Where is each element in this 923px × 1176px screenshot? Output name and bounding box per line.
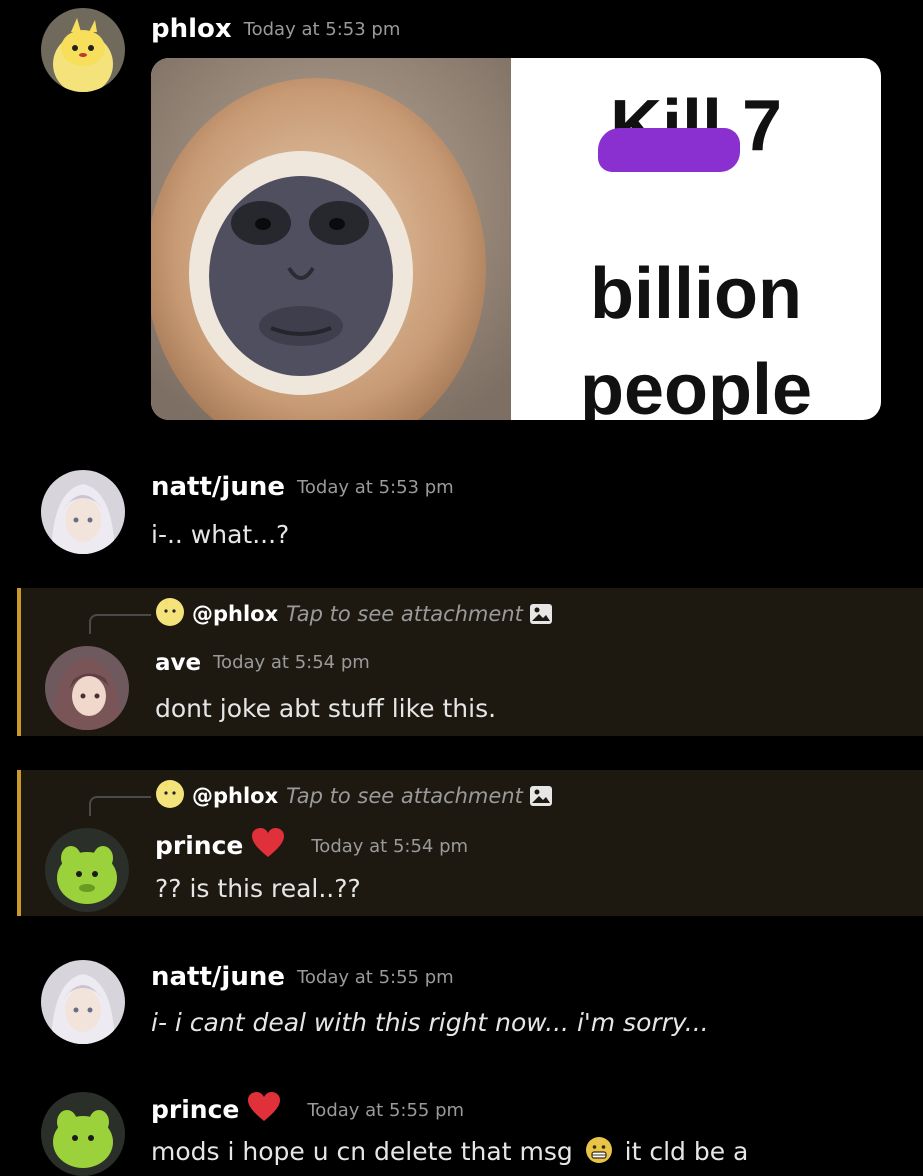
reply-reference[interactable]: @phlox Tap to see attachment [156,780,553,813]
author-name[interactable]: prince [151,1095,239,1124]
message-text-part-2: it cld be a [624,1137,749,1166]
message-natt-june-2: natt/june Today at 5:55 pm i- i cant deal… [0,954,923,1054]
reply-reference[interactable]: @phlox Tap to see attachment [156,598,553,631]
pikachu-mini-avatar-icon [156,780,184,813]
caption-line-1: Kill 7 [511,86,881,172]
message-content: mods i hope u cn delete that msg it cld … [151,1136,748,1170]
author-name[interactable]: prince [155,831,243,860]
message-prince-2: prince Today at 5:55 pm mods i hope u cn … [0,1086,923,1176]
timestamp: Today at 5:53 pm [296,477,454,498]
heart-icon [247,1092,281,1126]
image-icon [529,603,553,630]
pikachu-mini-avatar-icon [156,598,184,631]
heart-icon [251,828,285,862]
redacted-word: Kill [597,86,740,172]
pikachu-avatar-icon [41,8,125,92]
reply-preview[interactable]: Tap to see attachment [286,602,523,626]
timestamp: Today at 5:54 pm [213,652,370,673]
reply-spine [89,796,151,816]
author-line: prince Today at 5:55 pm [151,1092,464,1126]
message-content: dont joke abt stuff like this. [155,694,497,723]
avatar-natt-june[interactable] [41,960,125,1044]
reply-message-prince: @phlox Tap to see attachment prince Today … [17,770,923,916]
message-text-part-1: mods i hope u cn delete that msg [151,1137,573,1166]
meme-caption: Kill 7 billion people [511,58,881,420]
reply-message-ave: @phlox Tap to see attachment ave Today at … [17,588,923,736]
avatar-ave[interactable] [45,646,129,730]
image-attachment[interactable]: Kill 7 billion people [151,58,881,420]
avatar-natt-june[interactable] [41,470,125,554]
gibbon-photo [151,58,511,420]
author-name[interactable]: ave [155,650,201,676]
author-line: natt/june Today at 5:55 pm [151,962,454,992]
message-content: i- i cant deal with this right now... i'… [151,1008,709,1037]
reply-mention[interactable]: @phlox [192,784,278,808]
avatar-phlox[interactable] [41,8,125,92]
author-line: ave Today at 5:54 pm [155,650,370,676]
author-name[interactable]: natt/june [151,962,285,992]
caption-line-2: billion [590,254,802,334]
message-content: ?? is this real..?? [155,874,361,903]
message-phlox-1: phlox Today at 5:53 pm Kill 7 billion pe… [0,0,923,440]
timestamp: Today at 5:55 pm [307,1100,465,1121]
green-creature-avatar-icon [45,828,129,912]
author-name[interactable]: natt/june [151,472,285,502]
image-icon [529,785,553,812]
anime-girl-avatar-icon [41,960,125,1044]
author-line: phlox Today at 5:53 pm [151,14,400,44]
purple-redaction-scribble [597,128,740,172]
timestamp: Today at 5:55 pm [296,967,454,988]
avatar-prince[interactable] [41,1092,125,1176]
anime-girl-avatar-icon [41,470,125,554]
reply-spine [89,614,151,634]
timestamp: Today at 5:54 pm [311,836,469,857]
anime-girl-brown-hair-avatar-icon [45,646,129,730]
message-natt-june-1: natt/june Today at 5:53 pm i-.. what...? [0,460,923,570]
reply-mention[interactable]: @phlox [192,602,278,626]
timestamp: Today at 5:53 pm [243,19,401,40]
author-line: natt/june Today at 5:53 pm [151,472,454,502]
green-creature-avatar-icon [41,1092,125,1176]
author-line: prince Today at 5:54 pm [155,828,468,862]
caption-line-3: people [579,350,813,420]
message-content: i-.. what...? [151,520,290,549]
grimace-emoji-icon [585,1136,613,1170]
avatar-prince[interactable] [45,828,129,912]
caption-number: 7 [741,86,783,166]
reply-preview[interactable]: Tap to see attachment [286,784,523,808]
author-name[interactable]: phlox [151,14,232,44]
